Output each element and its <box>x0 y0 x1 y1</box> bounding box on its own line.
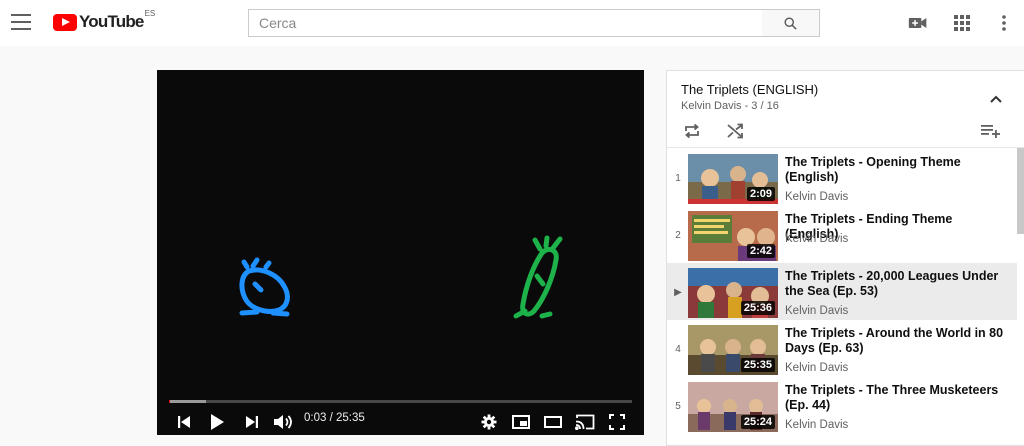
volume-icon[interactable] <box>273 410 295 434</box>
next-icon[interactable] <box>243 410 261 434</box>
progress-loaded <box>169 400 206 403</box>
video-thumbnail[interactable]: 2:09 <box>688 154 778 204</box>
now-playing-icon: ▶ <box>674 287 682 298</box>
video-title[interactable]: The Triplets - The Three Musketeers (Ep.… <box>785 383 1009 413</box>
channel-name: Kelvin Davis <box>785 305 849 317</box>
video-duration: 25:35 <box>740 358 775 372</box>
video-thumbnail[interactable]: 2:42 <box>688 211 778 261</box>
loop-icon[interactable] <box>681 121 703 141</box>
video-duration: 2:42 <box>746 244 775 258</box>
video-duration: 25:24 <box>740 415 775 429</box>
miniplayer-icon[interactable] <box>510 410 532 434</box>
search-box <box>248 9 763 37</box>
video-duration: 2:09 <box>746 187 775 201</box>
play-logo-icon <box>53 13 77 31</box>
item-index: 4 <box>675 344 681 355</box>
video-thumbnail[interactable]: 25:36 <box>688 268 778 318</box>
playlist-subtitle: Kelvin Davis - 3 / 16 <box>681 100 779 112</box>
apps-grid-icon[interactable] <box>952 13 972 33</box>
playlist-item[interactable]: 1 2:09 The Triplets - Opening Theme (Eng… <box>667 149 1017 206</box>
playlist-item[interactable]: 4 25:35 The Triplets - Around the World … <box>667 320 1017 377</box>
video-duration: 25:36 <box>740 301 775 315</box>
video-thumbnail[interactable]: 25:35 <box>688 325 778 375</box>
playlist-item[interactable]: 5 25:24 The Triplets - The Three Muskete… <box>667 377 1017 434</box>
time-display: 0:03 / 25:35 <box>304 412 365 424</box>
item-index: 2 <box>675 230 681 241</box>
progress-played <box>169 400 170 403</box>
masthead: YouTube ES <box>0 0 1024 46</box>
menu-icon[interactable] <box>10 11 32 33</box>
search-button[interactable] <box>762 9 820 37</box>
playlist-item-current[interactable]: ▶ 25:36 The Triplets - 20,000 Leagues Un… <box>667 263 1017 320</box>
video-title[interactable]: The Triplets - 20,000 Leagues Under the … <box>785 269 1009 299</box>
playlist-panel: The Triplets (ENGLISH) Kelvin Davis - 3 … <box>666 70 1024 446</box>
fullscreen-icon[interactable] <box>607 410 627 434</box>
more-options-icon[interactable] <box>994 13 1014 33</box>
cast-icon[interactable] <box>573 410 597 434</box>
shuffle-icon[interactable] <box>724 121 746 141</box>
video-title[interactable]: The Triplets - Opening Theme (English) <box>785 155 1009 185</box>
playlist-item[interactable]: 2 2:42 The Triplets - Ending Theme (Engl… <box>667 206 1017 263</box>
progress-bar[interactable] <box>169 400 632 403</box>
play-icon[interactable] <box>207 410 227 434</box>
playlist-title[interactable]: The Triplets (ENGLISH) <box>681 82 818 97</box>
playlist-header: The Triplets (ENGLISH) Kelvin Davis - 3 … <box>667 71 1024 148</box>
green-figure <box>513 235 563 319</box>
youtube-logo[interactable]: YouTube ES <box>53 9 156 32</box>
playlist-scrollbar[interactable] <box>1017 148 1024 234</box>
blue-figure <box>239 257 290 317</box>
theater-mode-icon[interactable] <box>542 410 564 434</box>
region-code: ES <box>144 9 156 18</box>
logo-text: YouTube <box>79 12 144 31</box>
channel-name: Kelvin Davis <box>785 419 849 431</box>
item-index: 5 <box>675 401 681 412</box>
settings-gear-icon[interactable] <box>479 410 499 434</box>
video-player[interactable]: 0:03 / 25:35 <box>157 70 644 435</box>
channel-name: Kelvin Davis <box>785 233 849 245</box>
channel-name: Kelvin Davis <box>785 191 849 203</box>
video-thumbnail[interactable]: 25:24 <box>688 382 778 432</box>
video-title[interactable]: The Triplets - Around the World in 80 Da… <box>785 326 1009 356</box>
collapse-chevron-up-icon[interactable] <box>986 89 1006 109</box>
video-frame <box>239 235 563 319</box>
item-index: 1 <box>675 173 681 184</box>
previous-icon[interactable] <box>175 410 193 434</box>
create-video-icon[interactable] <box>908 13 928 33</box>
search-input[interactable] <box>249 10 762 36</box>
channel-name: Kelvin Davis <box>785 362 849 374</box>
search-icon <box>784 17 797 30</box>
add-to-playlist-icon[interactable] <box>980 121 1002 141</box>
